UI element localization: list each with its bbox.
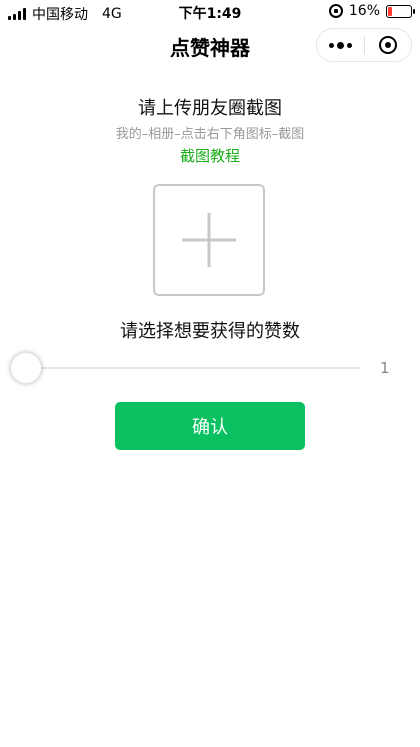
slider-track[interactable] <box>10 367 360 369</box>
battery-level <box>388 6 392 16</box>
slider-value: 1 <box>380 359 390 377</box>
battery-percent: 16% <box>348 3 380 19</box>
likes-select-label: 请选择想要获得的赞数 <box>120 321 300 342</box>
status-bar: 中国移动 4G 下午1:49 16% <box>0 0 420 24</box>
likes-slider[interactable] <box>10 352 360 384</box>
orientation-lock-icon <box>328 4 343 18</box>
battery-icon <box>386 4 415 18</box>
close-icon[interactable] <box>365 29 411 61</box>
upload-instructions: 我的–相册–点击右下角图标–截图 <box>115 127 305 142</box>
confirm-button[interactable]: 确认 <box>115 402 305 450</box>
mini-program-capsule <box>316 28 412 62</box>
status-right: 16% <box>328 3 415 19</box>
upload-heading: 请上传朋友圈截图 <box>138 98 282 119</box>
upload-image-button[interactable] <box>153 184 265 296</box>
more-icon[interactable] <box>317 29 364 61</box>
tutorial-link[interactable]: 截图教程 <box>0 145 420 166</box>
plus-icon <box>182 213 236 267</box>
slider-thumb[interactable] <box>10 352 42 384</box>
